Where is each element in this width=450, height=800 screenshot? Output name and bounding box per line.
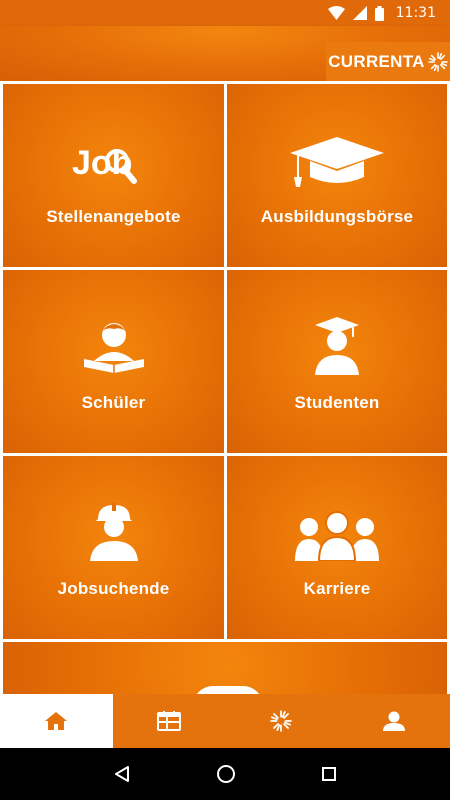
- tile-label: Ausbildungsbörse: [260, 206, 414, 226]
- svg-text:Job: Job: [72, 144, 132, 182]
- status-time: 11:31: [395, 5, 436, 21]
- tile-label: Jobsuchende: [57, 578, 170, 598]
- bottom-navigation: [0, 694, 450, 748]
- tile-label: Karriere: [303, 578, 371, 598]
- currenta-sun-icon: [270, 710, 293, 732]
- tile-label: Schüler: [81, 392, 146, 412]
- logo-text: CURRENTA: [328, 51, 425, 71]
- currenta-sun-icon: [427, 51, 448, 72]
- tile-ausbildungsboerse[interactable]: Ausbildungsbörse: [227, 84, 447, 267]
- battery-icon: [374, 5, 384, 21]
- currenta-logo: CURRENTA: [326, 42, 450, 81]
- app-header: CURRENTA: [0, 26, 450, 81]
- signal-icon: [352, 6, 367, 20]
- home-circle-icon[interactable]: [216, 764, 236, 784]
- job-search-icon: Job: [72, 125, 156, 189]
- nav-currenta[interactable]: [225, 694, 338, 748]
- nav-home[interactable]: [0, 694, 113, 748]
- recents-icon[interactable]: [321, 766, 337, 782]
- tile-label: Studenten: [294, 392, 380, 412]
- student-reading-icon: [78, 311, 150, 375]
- android-nav-bar: [0, 748, 450, 800]
- worker-helmet-icon: [86, 497, 142, 561]
- calendar-icon: [156, 711, 181, 731]
- menu-grid: Job Stellenangebote Ausbildungsbörse Sch…: [0, 81, 450, 694]
- tile-jobsuchende[interactable]: Jobsuchende: [3, 456, 224, 639]
- tile-label: Stellenangebote: [46, 206, 181, 226]
- wifi-icon: [327, 6, 345, 20]
- nav-calendar[interactable]: [112, 694, 225, 748]
- tile-partial[interactable]: [3, 642, 447, 694]
- group-people-icon: [293, 497, 381, 561]
- back-icon[interactable]: [113, 765, 131, 783]
- partial-tile-shape: [193, 686, 263, 694]
- nav-profile[interactable]: [337, 694, 450, 748]
- tile-studenten[interactable]: Studenten: [227, 270, 447, 453]
- graduate-person-icon: [307, 311, 367, 375]
- tile-schueler[interactable]: Schüler: [3, 270, 224, 453]
- home-icon: [45, 712, 68, 730]
- person-icon: [382, 711, 405, 731]
- tile-stellenangebote[interactable]: Job Stellenangebote: [3, 84, 224, 267]
- tile-karriere[interactable]: Karriere: [227, 456, 447, 639]
- graduation-cap-icon: [288, 125, 386, 189]
- status-bar: 11:31: [0, 0, 450, 26]
